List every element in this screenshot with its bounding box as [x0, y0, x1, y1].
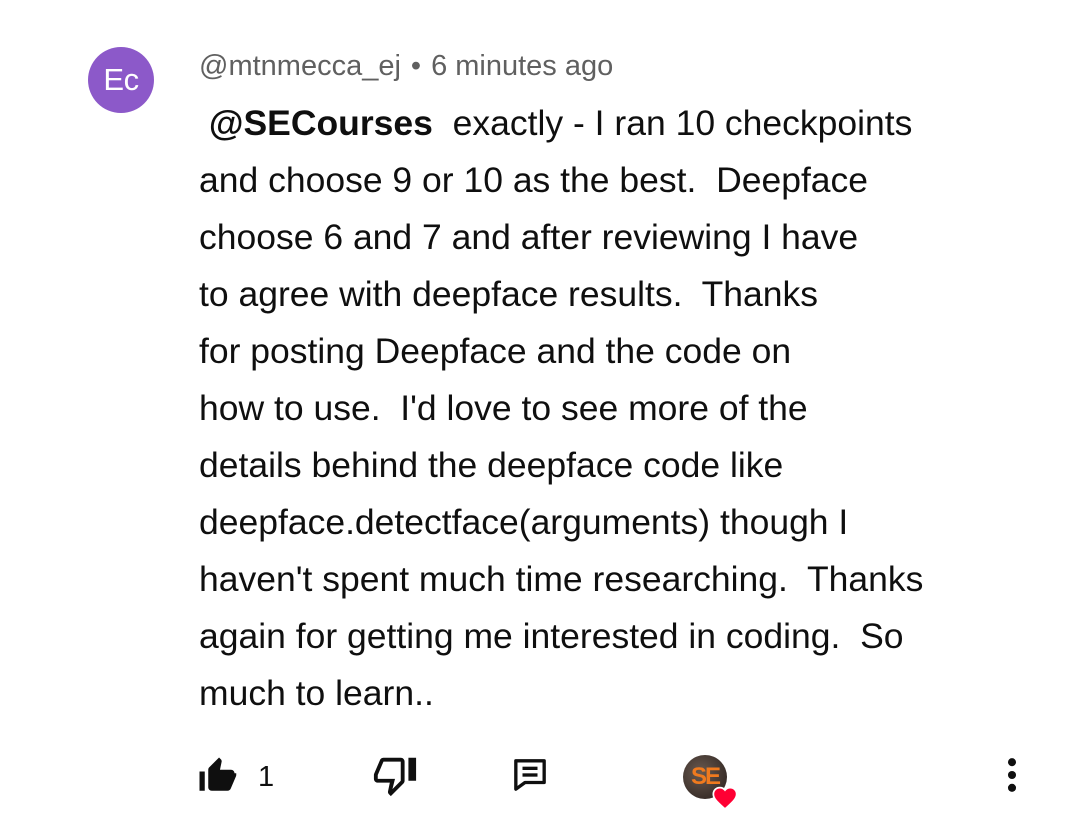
author-avatar[interactable]: Ec	[88, 47, 154, 113]
dislike-button[interactable]	[372, 745, 418, 809]
comment-actions: 1 SE	[0, 745, 1080, 811]
comment-line: for posting Deepface and the code on	[199, 331, 792, 371]
comment-line: and choose 9 or 10 as the best. Deepface	[199, 160, 869, 200]
like-button[interactable]: 1	[196, 745, 274, 809]
like-count: 1	[258, 760, 275, 793]
comment-timestamp[interactable]: 6 minutes ago	[431, 50, 613, 82]
more-vert-icon	[994, 753, 1030, 802]
comment-line: how to use. I'd love to see more of the	[199, 388, 808, 428]
more-options-button[interactable]	[994, 745, 1030, 809]
comment-line: to agree with deepface results. Thanks	[199, 274, 818, 314]
comment-line: much to learn..	[199, 673, 434, 713]
reply-icon	[510, 755, 550, 800]
comment-line: again for getting me interested in codin…	[199, 616, 904, 656]
author-handle[interactable]: @mtnmecca_ej	[199, 50, 401, 82]
comment-line: deepface.detectface(arguments) though I	[199, 502, 849, 542]
thumbs-up-filled-icon	[196, 754, 238, 801]
comment-line: haven't spent much time researching. Tha…	[199, 559, 924, 599]
comment-thread: Ec @mtnmecca_ej • 6 minutes ago @SECourses…	[0, 0, 1080, 829]
comment-line: details behind the deepface code like	[199, 445, 784, 485]
avatar-initials: Ec	[103, 62, 139, 97]
comment-line: choose 6 and 7 and after reviewing I hav…	[199, 217, 859, 257]
comment-header: @mtnmecca_ej • 6 minutes ago	[199, 46, 613, 86]
thumbs-down-icon	[372, 752, 418, 803]
comment-body: @SECourses exactly - I ran 10 checkpoint…	[199, 95, 1029, 722]
reply-button[interactable]	[510, 745, 550, 809]
creator-avatar: SE	[683, 755, 738, 811]
creator-heart-badge: SE	[683, 745, 738, 811]
mention-link[interactable]: @SECourses	[209, 103, 433, 143]
meta-separator: •	[410, 50, 422, 82]
comment-line: @SECourses exactly - I ran 10 checkpoint…	[208, 103, 913, 143]
heart-icon	[711, 781, 739, 825]
